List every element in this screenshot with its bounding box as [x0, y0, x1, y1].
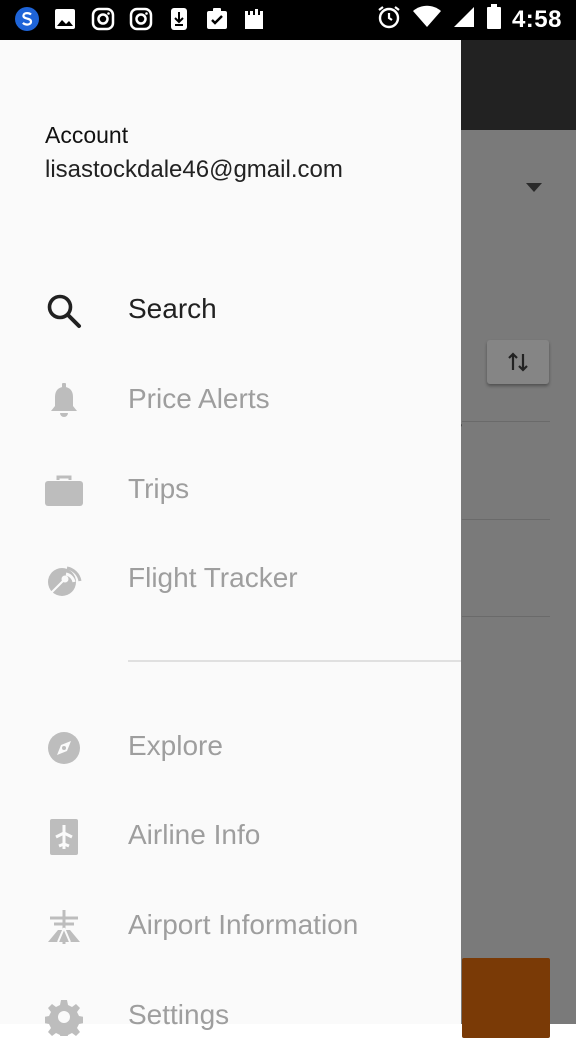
menu-item-airport-information[interactable]: Airport Information	[0, 889, 461, 961]
airline-icon	[44, 817, 84, 857]
swap-icon	[508, 352, 528, 372]
radar-icon	[44, 560, 84, 600]
background-search-button	[462, 958, 550, 1038]
divider	[462, 519, 550, 520]
system-icons: 4:58	[376, 4, 562, 35]
notification-icons	[14, 6, 268, 32]
castle-icon	[242, 6, 268, 32]
chevron-down-icon	[526, 183, 542, 192]
clock: 4:58	[511, 5, 562, 33]
account-email[interactable]: lisastockdale46@gmail.com	[45, 156, 343, 184]
swap-button	[487, 340, 549, 384]
menu-item-label: Explore	[128, 730, 223, 761]
briefcase-icon	[44, 471, 84, 511]
signal-icon	[452, 5, 476, 34]
divider	[462, 421, 550, 422]
menu-item-label: Flight Tracker	[128, 562, 298, 593]
wifi-icon	[412, 5, 442, 34]
status-bar: 4:58	[0, 0, 576, 40]
menu-item-explore[interactable]: Explore	[0, 710, 461, 782]
menu-item-label: Search	[128, 293, 217, 324]
s-app-icon	[14, 6, 40, 32]
account-label: Account	[45, 122, 129, 148]
menu-item-label: Price Alerts	[128, 383, 270, 414]
menu-item-label: Airline Info	[128, 819, 261, 850]
gallery-icon	[52, 6, 78, 32]
instagram-icon	[90, 6, 116, 32]
menu-item-label: Airport Information	[128, 909, 359, 940]
menu-item-flight-tracker[interactable]: Flight Tracker	[0, 542, 461, 614]
airport-icon	[44, 907, 84, 947]
menu-item-trips[interactable]: Trips	[0, 453, 461, 525]
menu-item-price-alerts[interactable]: Price Alerts	[0, 363, 461, 435]
navigation-drawer: Account lisastockdale46@gmail.com Search…	[0, 40, 461, 1036]
gear-icon	[44, 997, 84, 1037]
divider	[462, 616, 550, 617]
clipboard-check-icon	[204, 6, 230, 32]
compass-icon	[44, 728, 84, 768]
instagram-icon	[128, 6, 154, 32]
menu-item-settings[interactable]: Settings	[0, 979, 461, 1051]
bell-icon	[44, 381, 84, 421]
menu-item-airline-info[interactable]: Airline Info	[0, 799, 461, 871]
battery-icon	[486, 4, 502, 35]
download-icon	[166, 6, 192, 32]
menu-divider	[128, 660, 461, 662]
search-icon	[44, 291, 84, 331]
alarm-icon	[376, 4, 402, 35]
menu-item-search[interactable]: Search	[0, 273, 461, 345]
menu-item-label: Trips	[128, 473, 190, 504]
menu-item-label: Settings	[128, 999, 230, 1030]
